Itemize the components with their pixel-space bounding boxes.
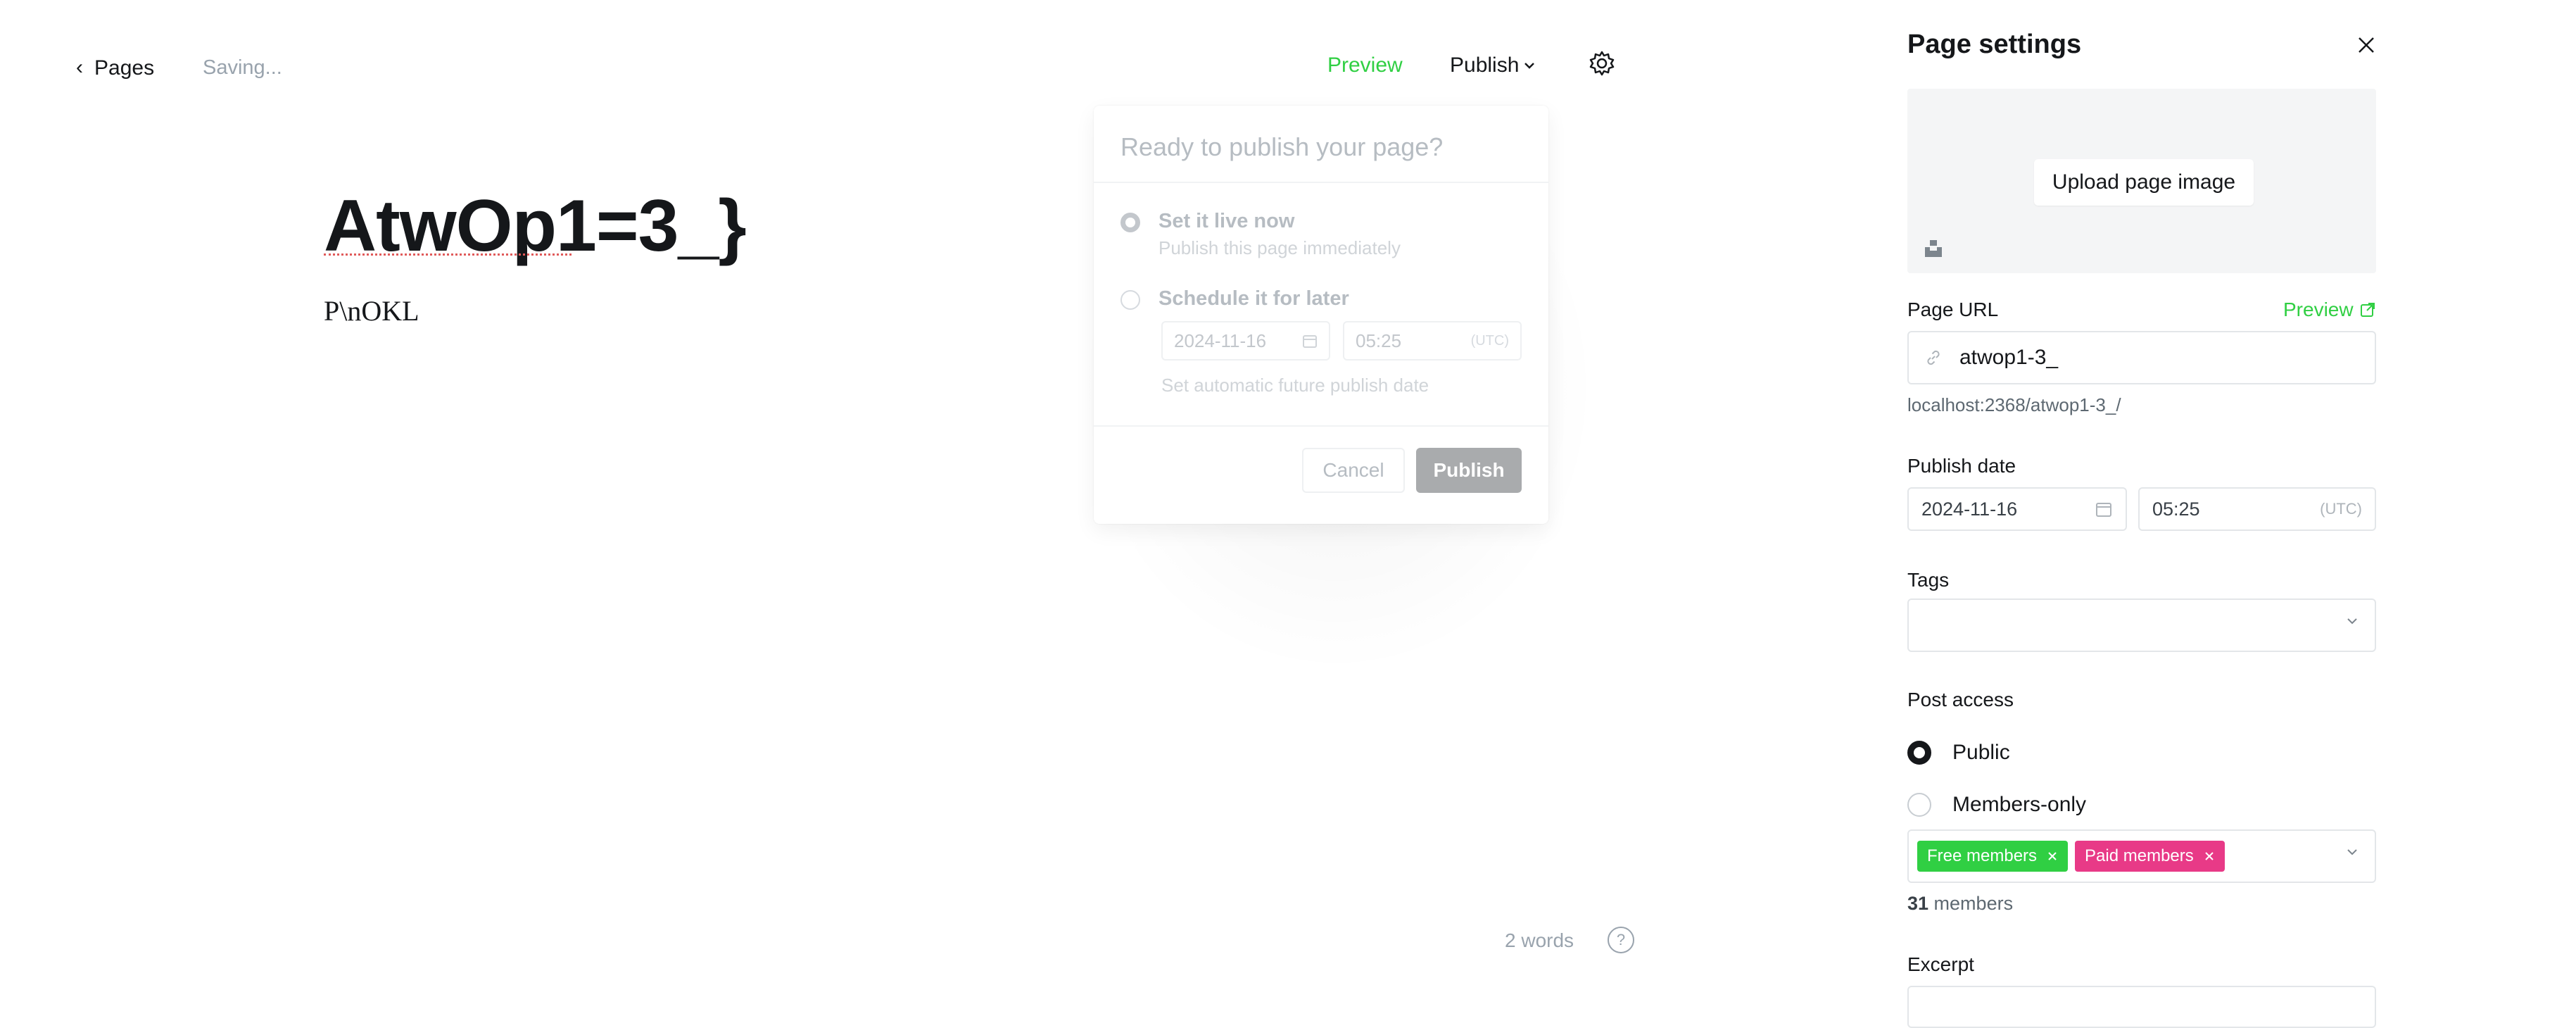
back-to-pages-link[interactable]: ‹ Pages (76, 56, 154, 80)
access-public-label: Public (1952, 741, 2010, 764)
chip-free-label: Free members (1927, 846, 2038, 865)
option-later-label: Schedule it for later (1158, 287, 1349, 310)
page-url-label: Page URL (1907, 299, 1999, 320)
publish-date-value: 2024-11-16 (1921, 498, 2018, 520)
help-icon[interactable]: ? (1608, 927, 1634, 953)
post-access-label: Post access (1907, 689, 2014, 710)
option-now-sub: Publish this page immediately (1158, 237, 1401, 258)
members-count-number: 31 (1907, 893, 1929, 914)
option-schedule-later[interactable]: Schedule it for later (1120, 287, 1349, 311)
unsplash-icon[interactable] (1923, 238, 1944, 259)
page-url-input[interactable]: atwop1-3_ (1907, 331, 2376, 384)
divider (1094, 425, 1548, 427)
calendar-icon (1303, 335, 1317, 348)
remove-chip-icon[interactable] (2204, 851, 2215, 862)
link-icon (1927, 350, 1940, 365)
help-glyph: ? (1616, 931, 1626, 948)
preview-button[interactable]: Preview (1327, 54, 1403, 77)
tags-select[interactable] (1907, 598, 2376, 652)
publish-date-label: Publish date (1907, 455, 2016, 477)
schedule-date-value: 2024-11-16 (1174, 330, 1267, 351)
chevron-down-icon (2347, 618, 2357, 625)
page-url-full: localhost:2368/atwop1-3_/ (1907, 394, 2121, 415)
publish-popover-heading: Ready to publish your page? (1120, 132, 1444, 161)
chip-free-members: Free members (1917, 841, 2069, 872)
url-preview-label: Preview (2283, 299, 2354, 320)
radio-publish-now[interactable] (1120, 213, 1140, 232)
chevron-down-icon (2347, 849, 2357, 855)
excerpt-textarea[interactable] (1907, 986, 2376, 1028)
schedule-timezone: (UTC) (1470, 332, 1509, 349)
members-count-suffix: members (1928, 893, 2014, 914)
remove-chip-icon[interactable] (2047, 851, 2058, 862)
chip-paid-members: Paid members (2075, 841, 2225, 872)
divider (1094, 182, 1548, 183)
tags-label: Tags (1907, 569, 1950, 591)
page-title[interactable]: AtwOp1=3_} (324, 184, 747, 268)
settings-gear-icon[interactable] (1588, 49, 1616, 77)
url-preview-link[interactable]: Preview (2283, 299, 2376, 321)
member-tiers-select[interactable]: Free members Paid members (1907, 829, 2376, 883)
publish-date-input[interactable]: 2024-11-16 (1907, 487, 2127, 531)
excerpt-label: Excerpt (1907, 953, 1974, 975)
timezone-label: (UTC) (2320, 500, 2362, 518)
chevron-down-icon (1524, 63, 1535, 69)
cancel-button[interactable]: Cancel (1302, 448, 1405, 493)
close-icon[interactable] (2352, 31, 2380, 59)
radio-schedule-later[interactable] (1120, 290, 1140, 310)
word-count: 2 words (1505, 929, 1574, 951)
option-now-label: Set it live now (1158, 210, 1295, 232)
access-members-label: Members-only (1952, 793, 2087, 816)
publish-time-input[interactable]: 05:25 (UTC) (2138, 487, 2376, 531)
publish-popover: Ready to publish your page? Set it live … (1094, 106, 1548, 524)
confirm-publish-button[interactable]: Publish (1416, 448, 1522, 493)
members-count: 31 members (1907, 893, 2013, 915)
save-status: Saving... (203, 56, 282, 79)
page-body[interactable]: P\nOKL (324, 294, 419, 327)
schedule-time-value: 05:25 (1356, 330, 1402, 351)
publish-menu-label: Publish (1450, 54, 1520, 77)
schedule-date-input[interactable]: 2024-11-16 (1161, 321, 1330, 361)
publish-menu-button[interactable]: Publish (1450, 54, 1536, 77)
settings-panel-title: Page settings (1907, 30, 2082, 59)
calendar-icon (2096, 503, 2111, 517)
chip-paid-label: Paid members (2085, 846, 2194, 865)
access-option-public[interactable]: Public (1907, 741, 2010, 765)
upload-image-button[interactable]: Upload page image (2034, 159, 2254, 206)
spellcheck-underline (324, 253, 572, 256)
radio-public[interactable] (1907, 741, 1931, 765)
external-link-icon (2360, 303, 2375, 317)
option-publish-now[interactable]: Set it live now Publish this page immedi… (1120, 210, 1401, 259)
chevron-left-icon: ‹ (76, 56, 83, 79)
back-label: Pages (94, 56, 155, 80)
radio-members-only[interactable] (1907, 793, 1931, 817)
schedule-hint: Set automatic future publish date (1161, 375, 1429, 396)
page-url-value: atwop1-3_ (1959, 346, 2059, 369)
publish-time-value: 05:25 (2152, 498, 2200, 520)
access-option-members[interactable]: Members-only (1907, 793, 2086, 817)
schedule-time-input[interactable]: 05:25 (UTC) (1343, 321, 1522, 361)
